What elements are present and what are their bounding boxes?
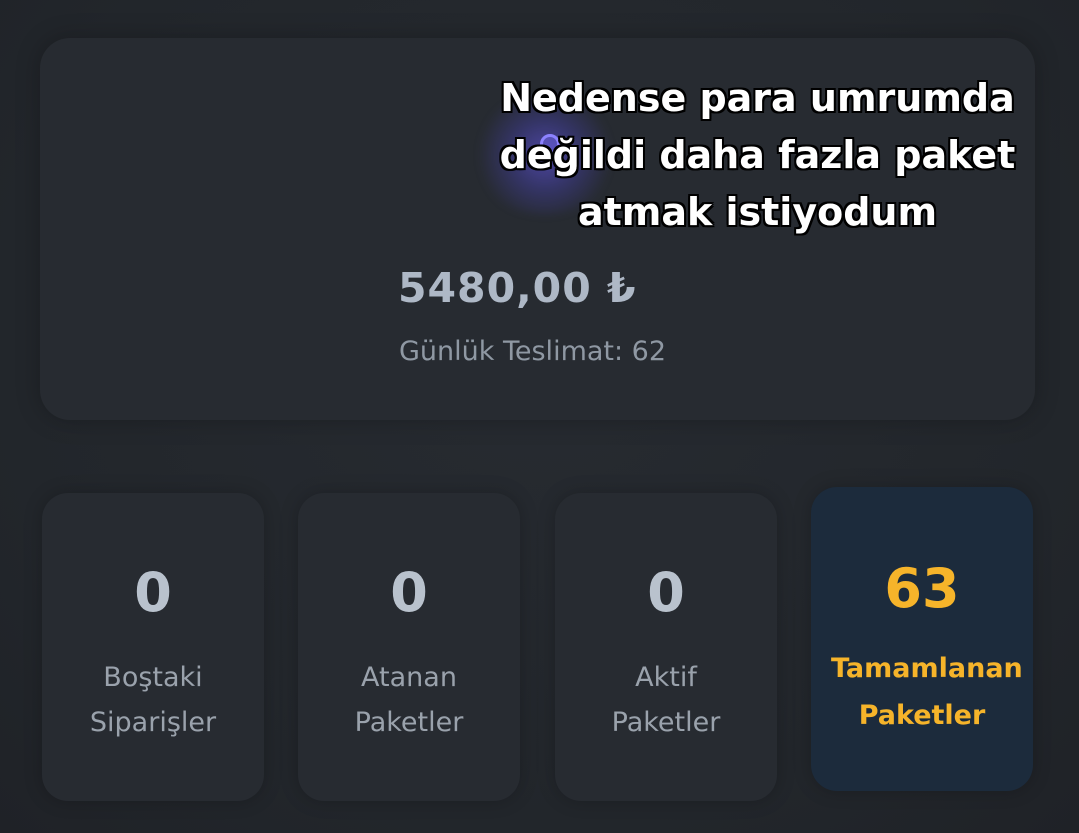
stat-label-line: Siparişler bbox=[89, 707, 217, 738]
stat-value: 0 bbox=[134, 561, 172, 624]
stat-label-line: Paketler bbox=[354, 707, 464, 738]
stat-label: Atanan Paketler bbox=[318, 655, 500, 745]
stat-label-line: Boştaki bbox=[103, 662, 203, 693]
daily-delivery-count: Günlük Teslimat: 62 bbox=[399, 336, 667, 367]
stat-label: Tamamlanan Paketler bbox=[831, 645, 1023, 739]
video-caption-overlay: Nedense para umrumda değildi daha fazla … bbox=[480, 70, 1035, 241]
stat-card-active-packages[interactable]: 0 Aktif Paketler bbox=[555, 493, 777, 801]
stat-label-line: Tamamlanan bbox=[831, 653, 1023, 684]
stat-label: Aktif Paketler bbox=[575, 655, 757, 745]
stat-card-idle-orders[interactable]: 0 Boştaki Siparişler bbox=[42, 493, 264, 801]
stat-label-line: Paketler bbox=[858, 700, 986, 731]
caption-line: değildi daha fazla paket bbox=[499, 133, 1016, 177]
stat-label-line: Aktif bbox=[635, 662, 697, 693]
stat-card-completed-packages[interactable]: 63 Tamamlanan Paketler bbox=[811, 487, 1033, 791]
stat-label: Boştaki Siparişler bbox=[62, 655, 244, 745]
caption-line: Nedense para umrumda bbox=[500, 76, 1015, 120]
stat-value: 0 bbox=[390, 561, 428, 624]
screen: 5480,00 ₺ Günlük Teslimat: 62 Nedense pa… bbox=[0, 0, 1079, 833]
earnings-amount: 5480,00 ₺ bbox=[398, 264, 637, 312]
stat-label-line: Paketler bbox=[611, 707, 721, 738]
stat-value: 0 bbox=[647, 561, 685, 624]
stat-card-assigned-packages[interactable]: 0 Atanan Paketler bbox=[298, 493, 520, 801]
stat-value: 63 bbox=[884, 557, 960, 620]
stat-label-line: Atanan bbox=[361, 662, 457, 693]
caption-line: atmak istiyodum bbox=[577, 190, 938, 234]
